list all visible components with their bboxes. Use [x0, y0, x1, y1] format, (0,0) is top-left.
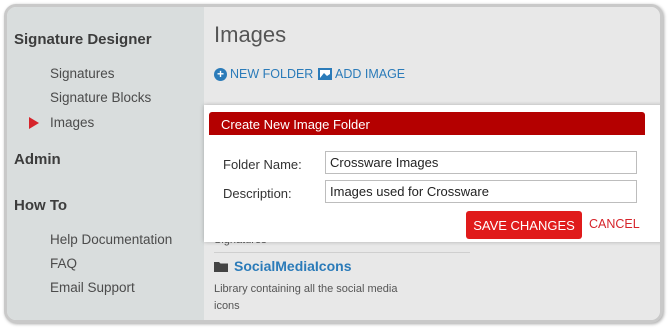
new-folder-button[interactable]: + NEW FOLDER — [214, 67, 313, 81]
sidebar-item-signatures[interactable]: Signatures — [50, 66, 115, 81]
add-image-label: ADD IMAGE — [335, 67, 406, 81]
add-image-button[interactable]: ADD IMAGE — [318, 67, 405, 81]
sidebar-item-faq[interactable]: FAQ — [50, 256, 77, 271]
list-item[interactable]: SocialMediaIcons — [214, 258, 351, 274]
description-field[interactable] — [325, 180, 637, 203]
folder-name-label: Folder Name: — [223, 157, 302, 172]
cancel-button[interactable]: CANCEL — [589, 217, 640, 231]
plus-circle-icon: + — [214, 67, 227, 81]
sidebar-item-images[interactable]: Images — [50, 115, 94, 130]
folder-description: Library containing all the social media … — [214, 283, 398, 312]
folder-name-field[interactable] — [325, 151, 637, 174]
create-folder-dialog: Create New Image Folder Folder Name: Des… — [204, 105, 660, 242]
new-folder-label: NEW FOLDER — [230, 67, 314, 81]
sidebar-item-email-support[interactable]: Email Support — [50, 280, 135, 295]
list-divider — [214, 252, 470, 253]
sidebar-section-how-to: How To — [14, 197, 68, 214]
sidebar-item-signature-blocks[interactable]: Signature Blocks — [50, 90, 151, 105]
sidebar-section-signature-designer: Signature Designer — [14, 31, 152, 48]
dialog-title: Create New Image Folder — [209, 112, 645, 135]
sidebar: Signature Designer Signatures Signature … — [7, 7, 204, 320]
active-arrow-icon — [29, 117, 39, 129]
description-label: Description: — [223, 186, 292, 201]
app-window: Signature Designer Signatures Signature … — [4, 4, 663, 323]
page-title: Images — [214, 22, 287, 47]
folder-icon — [214, 261, 228, 272]
sidebar-section-admin[interactable]: Admin — [14, 151, 61, 168]
image-icon — [318, 68, 332, 80]
save-changes-button[interactable]: SAVE CHANGES — [466, 211, 582, 239]
sidebar-item-help-documentation[interactable]: Help Documentation — [50, 232, 172, 247]
folder-name[interactable]: SocialMediaIcons — [234, 258, 351, 274]
